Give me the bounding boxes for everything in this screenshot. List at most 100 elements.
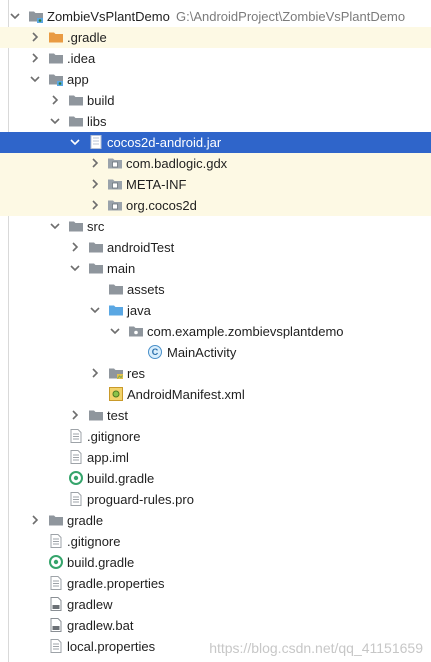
tree-row[interactable]: app.iml: [0, 447, 431, 468]
tree-row[interactable]: AndroidManifest.xml: [0, 384, 431, 405]
expand-arrow-icon[interactable]: [69, 237, 83, 258]
folder-icon: [48, 50, 64, 66]
folder-icon: [88, 407, 104, 423]
tree-item-label: com.badlogic.gdx: [126, 156, 228, 171]
expand-arrow-icon[interactable]: [89, 174, 103, 195]
gradle-icon: [48, 554, 64, 570]
tree-row[interactable]: .gitignore: [0, 426, 431, 447]
tree-item-label: app: [67, 72, 89, 87]
tree-row[interactable]: C MainActivity: [0, 342, 431, 363]
collapse-arrow-icon[interactable]: [89, 300, 103, 321]
tree-row-project-root[interactable]: ZombieVsPlantDemo G:\AndroidProject\Zombi…: [0, 6, 431, 27]
folder-icon: [68, 113, 84, 129]
folder-icon: [68, 92, 84, 108]
script-file-icon: [48, 617, 64, 633]
tree-row[interactable]: com.badlogic.gdx: [0, 153, 431, 174]
collapse-arrow-icon[interactable]: [9, 6, 23, 27]
tree-item-label: src: [87, 219, 105, 234]
tree-item-label: main: [107, 261, 136, 276]
expand-arrow-icon[interactable]: [29, 27, 43, 48]
tree-row[interactable]: main: [0, 258, 431, 279]
tree-row[interactable]: app: [0, 69, 431, 90]
collapse-arrow-icon[interactable]: [69, 132, 83, 153]
expand-arrow-icon[interactable]: [89, 195, 103, 216]
tree-item-label: res: [127, 366, 146, 381]
tree-row[interactable]: gradle: [0, 510, 431, 531]
text-file-icon: [68, 449, 84, 465]
expand-arrow-icon[interactable]: [89, 363, 103, 384]
jar-icon: [88, 134, 104, 150]
tree-row[interactable]: gradlew: [0, 594, 431, 615]
text-file-icon: [48, 638, 64, 654]
tree-item-label: META-INF: [126, 177, 187, 192]
project-path: G:\AndroidProject\ZombieVsPlantDemo: [176, 9, 406, 24]
tree-item-label: MainActivity: [167, 345, 237, 360]
folder-icon: [88, 260, 104, 276]
tree-item-label: androidTest: [107, 240, 175, 255]
package-icon: [128, 323, 144, 339]
collapse-arrow-icon[interactable]: [49, 216, 63, 237]
expand-arrow-icon[interactable]: [29, 48, 43, 69]
tree-item-label: com.example.zombievsplantdemo: [147, 324, 344, 339]
tree-row[interactable]: src: [0, 216, 431, 237]
tree-item-label: test: [107, 408, 128, 423]
collapse-arrow-icon[interactable]: [69, 258, 83, 279]
tree-item-label: gradlew: [67, 597, 113, 612]
tree-item-label: .gitignore: [67, 534, 121, 549]
tree-row[interactable]: .idea: [0, 48, 431, 69]
tree-item-label: org.cocos2d: [126, 198, 197, 213]
tree-item-label: build.gradle: [87, 471, 155, 486]
class-icon: C: [147, 344, 163, 360]
expand-arrow-icon[interactable]: [29, 510, 43, 531]
tree-row[interactable]: org.cocos2d: [0, 195, 431, 216]
tree-item-label: .idea: [67, 51, 96, 66]
tree-item-label: .gradle: [67, 30, 107, 45]
tree-row[interactable]: androidTest: [0, 237, 431, 258]
folder-icon: [68, 218, 84, 234]
folder-icon: [48, 512, 64, 528]
tree-row[interactable]: com.example.zombievsplantdemo: [0, 321, 431, 342]
resource-folder-icon: [108, 365, 124, 381]
tree-item-label: build: [87, 93, 115, 108]
tree-item-label: build.gradle: [67, 555, 135, 570]
text-file-icon: [68, 428, 84, 444]
tree-item-label: .gitignore: [87, 429, 141, 444]
tree-item-label: assets: [127, 282, 165, 297]
tree-row[interactable]: build.gradle: [0, 468, 431, 489]
tree-item-label: java: [127, 303, 151, 318]
script-file-icon: [48, 596, 64, 612]
tree-item-label: gradle: [67, 513, 104, 528]
tree-row[interactable]: cocos2d-android.jar: [0, 132, 431, 153]
tree-item-label: gradlew.bat: [67, 618, 134, 633]
collapse-arrow-icon[interactable]: [29, 69, 43, 90]
tree-row[interactable]: gradlew.bat: [0, 615, 431, 636]
tree-row[interactable]: libs: [0, 111, 431, 132]
text-file-icon: [48, 533, 64, 549]
tree-row[interactable]: .gitignore: [0, 531, 431, 552]
collapse-arrow-icon[interactable]: [49, 111, 63, 132]
tree-item-label: AndroidManifest.xml: [127, 387, 245, 402]
tree-row[interactable]: gradle.properties: [0, 573, 431, 594]
project-name: ZombieVsPlantDemo: [47, 9, 170, 24]
tree-row[interactable]: .gradle: [0, 27, 431, 48]
tree-row[interactable]: build: [0, 90, 431, 111]
expand-arrow-icon[interactable]: [69, 405, 83, 426]
project-module-icon: [28, 8, 44, 24]
tree-row[interactable]: test: [0, 405, 431, 426]
tree-item-label: local.properties: [67, 639, 156, 654]
tree-row[interactable]: proguard-rules.pro: [0, 489, 431, 510]
project-tree: ZombieVsPlantDemo G:\AndroidProject\Zombi…: [0, 0, 431, 662]
library-package-icon: [107, 155, 123, 171]
expand-arrow-icon[interactable]: [89, 153, 103, 174]
collapse-arrow-icon[interactable]: [109, 321, 123, 342]
library-package-icon: [107, 176, 123, 192]
tree-row[interactable]: java: [0, 300, 431, 321]
tree-row[interactable]: res: [0, 363, 431, 384]
expand-arrow-icon[interactable]: [49, 90, 63, 111]
tree-item-label: cocos2d-android.jar: [107, 135, 222, 150]
tree-row[interactable]: assets: [0, 279, 431, 300]
library-package-icon: [107, 197, 123, 213]
tree-item-label: gradle.properties: [67, 576, 165, 591]
tree-row[interactable]: META-INF: [0, 174, 431, 195]
tree-row[interactable]: build.gradle: [0, 552, 431, 573]
